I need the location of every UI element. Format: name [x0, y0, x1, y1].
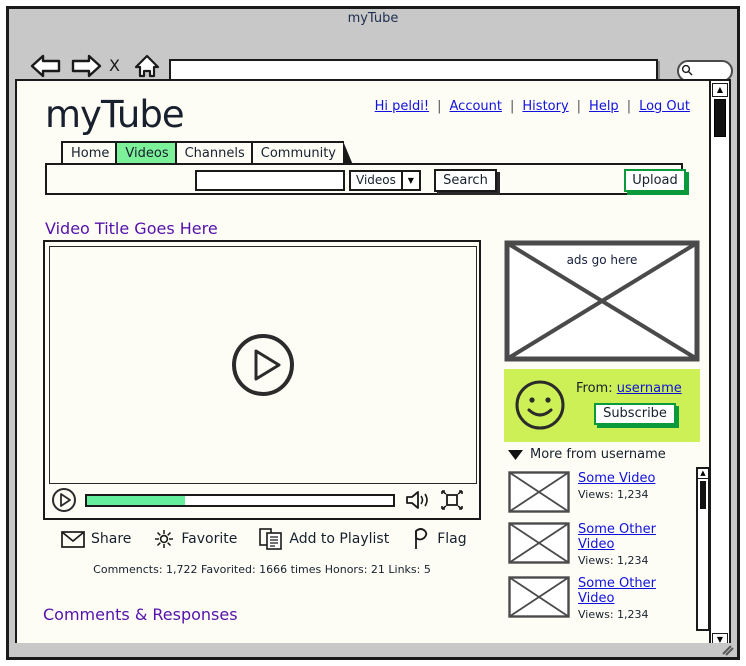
- comments-heading: Comments & Responses: [43, 605, 238, 624]
- list-item-text: Some Other Video Views: 1,234: [578, 576, 688, 621]
- nav-link-help[interactable]: Help: [589, 99, 619, 114]
- fullscreen-icon[interactable]: [440, 489, 464, 511]
- flag-button[interactable]: Flag: [411, 528, 467, 550]
- search-bar: Videos ▼ Search Upload: [45, 163, 686, 195]
- more-from-label: More from username: [530, 447, 666, 462]
- chevron-down-icon: ▼: [400, 172, 419, 189]
- subscribe-button[interactable]: Subscribe: [594, 403, 676, 425]
- nav-link-logout[interactable]: Log Out: [639, 99, 690, 114]
- list-item[interactable]: Some Video Views: 1,234: [508, 471, 688, 513]
- search-input[interactable]: [195, 170, 345, 191]
- add-to-playlist-button[interactable]: Add to Playlist: [259, 528, 389, 550]
- username-link[interactable]: username: [617, 381, 682, 396]
- related-video-title[interactable]: Some Video: [578, 471, 655, 486]
- resize-grip[interactable]: [722, 645, 734, 656]
- tab-community[interactable]: Community: [250, 141, 354, 165]
- related-video-title[interactable]: Some Other Video: [578, 522, 688, 552]
- page-content: myTube Hi peldi! | Account | History | Help | Lo…: [17, 81, 711, 649]
- progress-slider[interactable]: [85, 493, 395, 507]
- scroll-up-arrow-icon[interactable]: ▲: [698, 469, 708, 479]
- add-to-playlist-label: Add to Playlist: [289, 531, 390, 547]
- ad-label: ads go here: [566, 253, 638, 267]
- top-nav: Hi peldi! | Account | History | Help | Log Out: [368, 99, 697, 114]
- documents-icon: [259, 528, 283, 550]
- nav-divider: |: [510, 99, 515, 114]
- video-actions: Share Favorite Add to Playlist Flag: [61, 528, 489, 550]
- list-item[interactable]: Some Other Video Views: 1,234: [508, 522, 688, 567]
- play-icon[interactable]: [229, 331, 297, 399]
- player-controls: [49, 486, 477, 514]
- window-title: myTube: [347, 11, 399, 26]
- sparkle-star-icon: [153, 529, 175, 549]
- home-icon[interactable]: [133, 53, 161, 79]
- video-player: [43, 240, 481, 520]
- favorite-label: Favorite: [181, 531, 238, 547]
- status-bar: [9, 643, 737, 657]
- share-button[interactable]: Share: [61, 530, 132, 548]
- tab-home[interactable]: Home: [61, 141, 127, 165]
- search-scope-dropdown[interactable]: Videos ▼: [349, 170, 421, 191]
- video-thumbnail: [508, 522, 570, 564]
- video-stage[interactable]: [49, 246, 477, 484]
- avatar: [514, 379, 566, 431]
- scrollbar-thumb[interactable]: [700, 481, 706, 509]
- nav-link-account[interactable]: Account: [450, 99, 503, 114]
- back-arrow-icon[interactable]: [29, 53, 63, 79]
- progress-fill: [87, 495, 185, 505]
- main-tabs: Home Videos Channels Community: [61, 141, 354, 165]
- favorite-button[interactable]: Favorite: [153, 529, 237, 549]
- browser-toolbar: X: [9, 29, 737, 82]
- search-scope-label: Videos: [356, 173, 396, 187]
- related-video-views: Views: 1,234: [578, 488, 649, 501]
- related-videos-list: Some Video Views: 1,234 Some Other Video: [508, 471, 688, 631]
- triangle-down-icon: [507, 448, 524, 461]
- page-scrollbar[interactable]: ▲ ▼: [709, 81, 729, 649]
- upload-button[interactable]: Upload: [624, 169, 686, 192]
- nav-link-history[interactable]: History: [522, 99, 568, 114]
- scrollbar-thumb[interactable]: [714, 99, 726, 137]
- video-thumbnail: [508, 576, 570, 618]
- scroll-up-arrow-icon[interactable]: ▲: [712, 83, 728, 97]
- ad-placeholder[interactable]: ads go here: [504, 240, 700, 362]
- search-button[interactable]: Search: [434, 169, 497, 192]
- magnifier-icon: [681, 64, 693, 76]
- nav-link-greeting[interactable]: Hi peldi!: [375, 99, 429, 114]
- page-title: Video Title Goes Here: [45, 219, 218, 238]
- share-label: Share: [91, 531, 132, 547]
- uploader-panel: From: username Subscribe: [504, 369, 700, 442]
- list-item-text: Some Other Video Views: 1,234: [578, 522, 688, 567]
- related-video-views: Views: 1,234: [578, 554, 649, 567]
- related-video-views: Views: 1,234: [578, 608, 649, 621]
- tab-channels[interactable]: Channels: [174, 141, 262, 165]
- nav-divider: |: [626, 99, 632, 114]
- flag-icon: [411, 528, 431, 550]
- envelope-icon: [61, 530, 85, 548]
- flag-label: Flag: [437, 531, 467, 547]
- address-bar[interactable]: [169, 59, 658, 81]
- play-icon[interactable]: [51, 487, 77, 513]
- stop-close-icon[interactable]: X: [109, 56, 120, 75]
- forward-arrow-icon[interactable]: [69, 53, 103, 79]
- browser-window: myTube X myTube Hi peldi! | Account | Hi…: [6, 6, 740, 660]
- nav-divider: |: [437, 99, 442, 114]
- list-item-text: Some Video Views: 1,234: [578, 471, 655, 501]
- related-video-title[interactable]: Some Other Video: [578, 576, 688, 606]
- more-from-toggle[interactable]: More from username: [507, 447, 666, 462]
- video-thumbnail: [508, 471, 570, 513]
- video-stats: Commencts: 1,722 Favorited: 1666 times H…: [93, 563, 431, 576]
- site-logo[interactable]: myTube: [45, 93, 185, 136]
- speaker-icon[interactable]: [404, 489, 434, 511]
- from-label: From:: [576, 381, 613, 396]
- nav-divider: |: [576, 99, 582, 114]
- related-list-scrollbar[interactable]: ▲: [696, 467, 710, 631]
- tab-videos[interactable]: Videos: [115, 141, 186, 165]
- web-page: myTube Hi peldi! | Account | History | Help | Lo…: [15, 79, 731, 651]
- uploader-from-line: From: username: [576, 381, 682, 396]
- list-item[interactable]: Some Other Video Views: 1,234: [508, 576, 688, 621]
